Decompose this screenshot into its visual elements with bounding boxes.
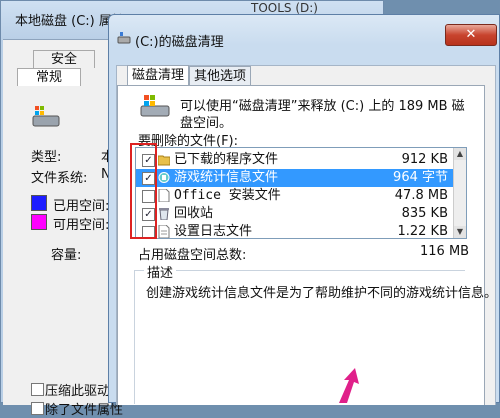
description-text: 创建游戏统计信息文件是为了帮助维护不同的游戏统计信息。 xyxy=(146,286,498,301)
total-space-value: 116 MB xyxy=(420,244,470,259)
disk-cleanup-large-icon xyxy=(140,95,170,117)
free-space-swatch xyxy=(31,214,47,230)
file-size: 47.8 MB xyxy=(394,188,448,203)
total-space-label: 占用磁盘空间总数: xyxy=(138,248,247,263)
list-item[interactable]: 设置日志文件 1.22 KB xyxy=(136,223,454,239)
file-name: 设置日志文件 xyxy=(174,224,253,239)
file-name: Office 安装文件 xyxy=(174,188,281,203)
document-icon xyxy=(158,189,170,202)
files-to-delete-list[interactable]: ✓ 已下载的程序文件 912 KB ✓ 游戏统计信息文件 964 字节 Offi… xyxy=(135,147,467,239)
folder-icon xyxy=(158,155,170,166)
free-space-label: 可用空间: xyxy=(53,218,110,233)
file-list-scrollbar[interactable]: ▲ ▼ xyxy=(453,148,466,238)
drive-icon xyxy=(32,106,60,127)
tab-general[interactable]: 常规 xyxy=(17,68,81,86)
dialog-title: (C:)的磁盘清理 xyxy=(135,35,224,50)
type-label: 类型: xyxy=(31,150,62,165)
file-name: 回收站 xyxy=(174,206,214,221)
checkbox-highlight-annotation xyxy=(130,143,157,239)
file-size: 835 KB xyxy=(401,206,448,221)
tab-more-options[interactable]: 其他选项 xyxy=(189,66,252,86)
file-size: 964 字节 xyxy=(393,170,448,185)
used-space-label: 已用空间: xyxy=(53,199,110,214)
list-item[interactable]: Office 安装文件 47.8 MB xyxy=(136,187,454,205)
capacity-label: 容量: xyxy=(51,248,82,263)
file-name: 游戏统计信息文件 xyxy=(174,170,279,185)
properties-body: 安全 常规 类型: 本 文件系统: N 已用空间: 可用空间: 容量: 压缩此驱… xyxy=(3,39,123,418)
cleanup-intro-text-line2: 盘空间。 xyxy=(180,116,233,131)
pointer-arrow-icon xyxy=(339,368,359,403)
file-name: 已下载的程序文件 xyxy=(174,152,279,167)
game-stats-icon xyxy=(158,172,170,183)
scroll-up-icon[interactable]: ▲ xyxy=(454,148,466,160)
compress-drive-checkbox[interactable] xyxy=(31,383,44,396)
log-file-icon xyxy=(158,225,170,238)
list-item[interactable]: ✓ 游戏统计信息文件 964 字节 xyxy=(136,169,454,187)
tab-security[interactable]: 安全 xyxy=(33,50,95,68)
scroll-down-icon[interactable]: ▼ xyxy=(454,226,466,238)
close-button[interactable]: ✕ xyxy=(445,24,497,46)
list-item[interactable]: ✓ 已下载的程序文件 912 KB xyxy=(136,151,454,169)
tab-disk-cleanup[interactable]: 磁盘清理 xyxy=(127,65,190,87)
file-size: 912 KB xyxy=(401,152,448,167)
tools-drive-label: TOOLS (D:) xyxy=(251,1,318,15)
used-space-swatch xyxy=(31,195,47,211)
description-title: 描述 xyxy=(144,262,177,281)
recycle-bin-icon xyxy=(159,208,169,220)
index-files-checkbox[interactable] xyxy=(31,402,44,415)
compress-drive-label: 压缩此驱动 xyxy=(45,384,111,399)
disk-cleanup-icon xyxy=(117,32,131,44)
file-size: 1.22 KB xyxy=(397,224,448,239)
filesystem-label: 文件系统: xyxy=(31,171,88,186)
list-item[interactable]: ✓ 回收站 835 KB xyxy=(136,205,454,223)
